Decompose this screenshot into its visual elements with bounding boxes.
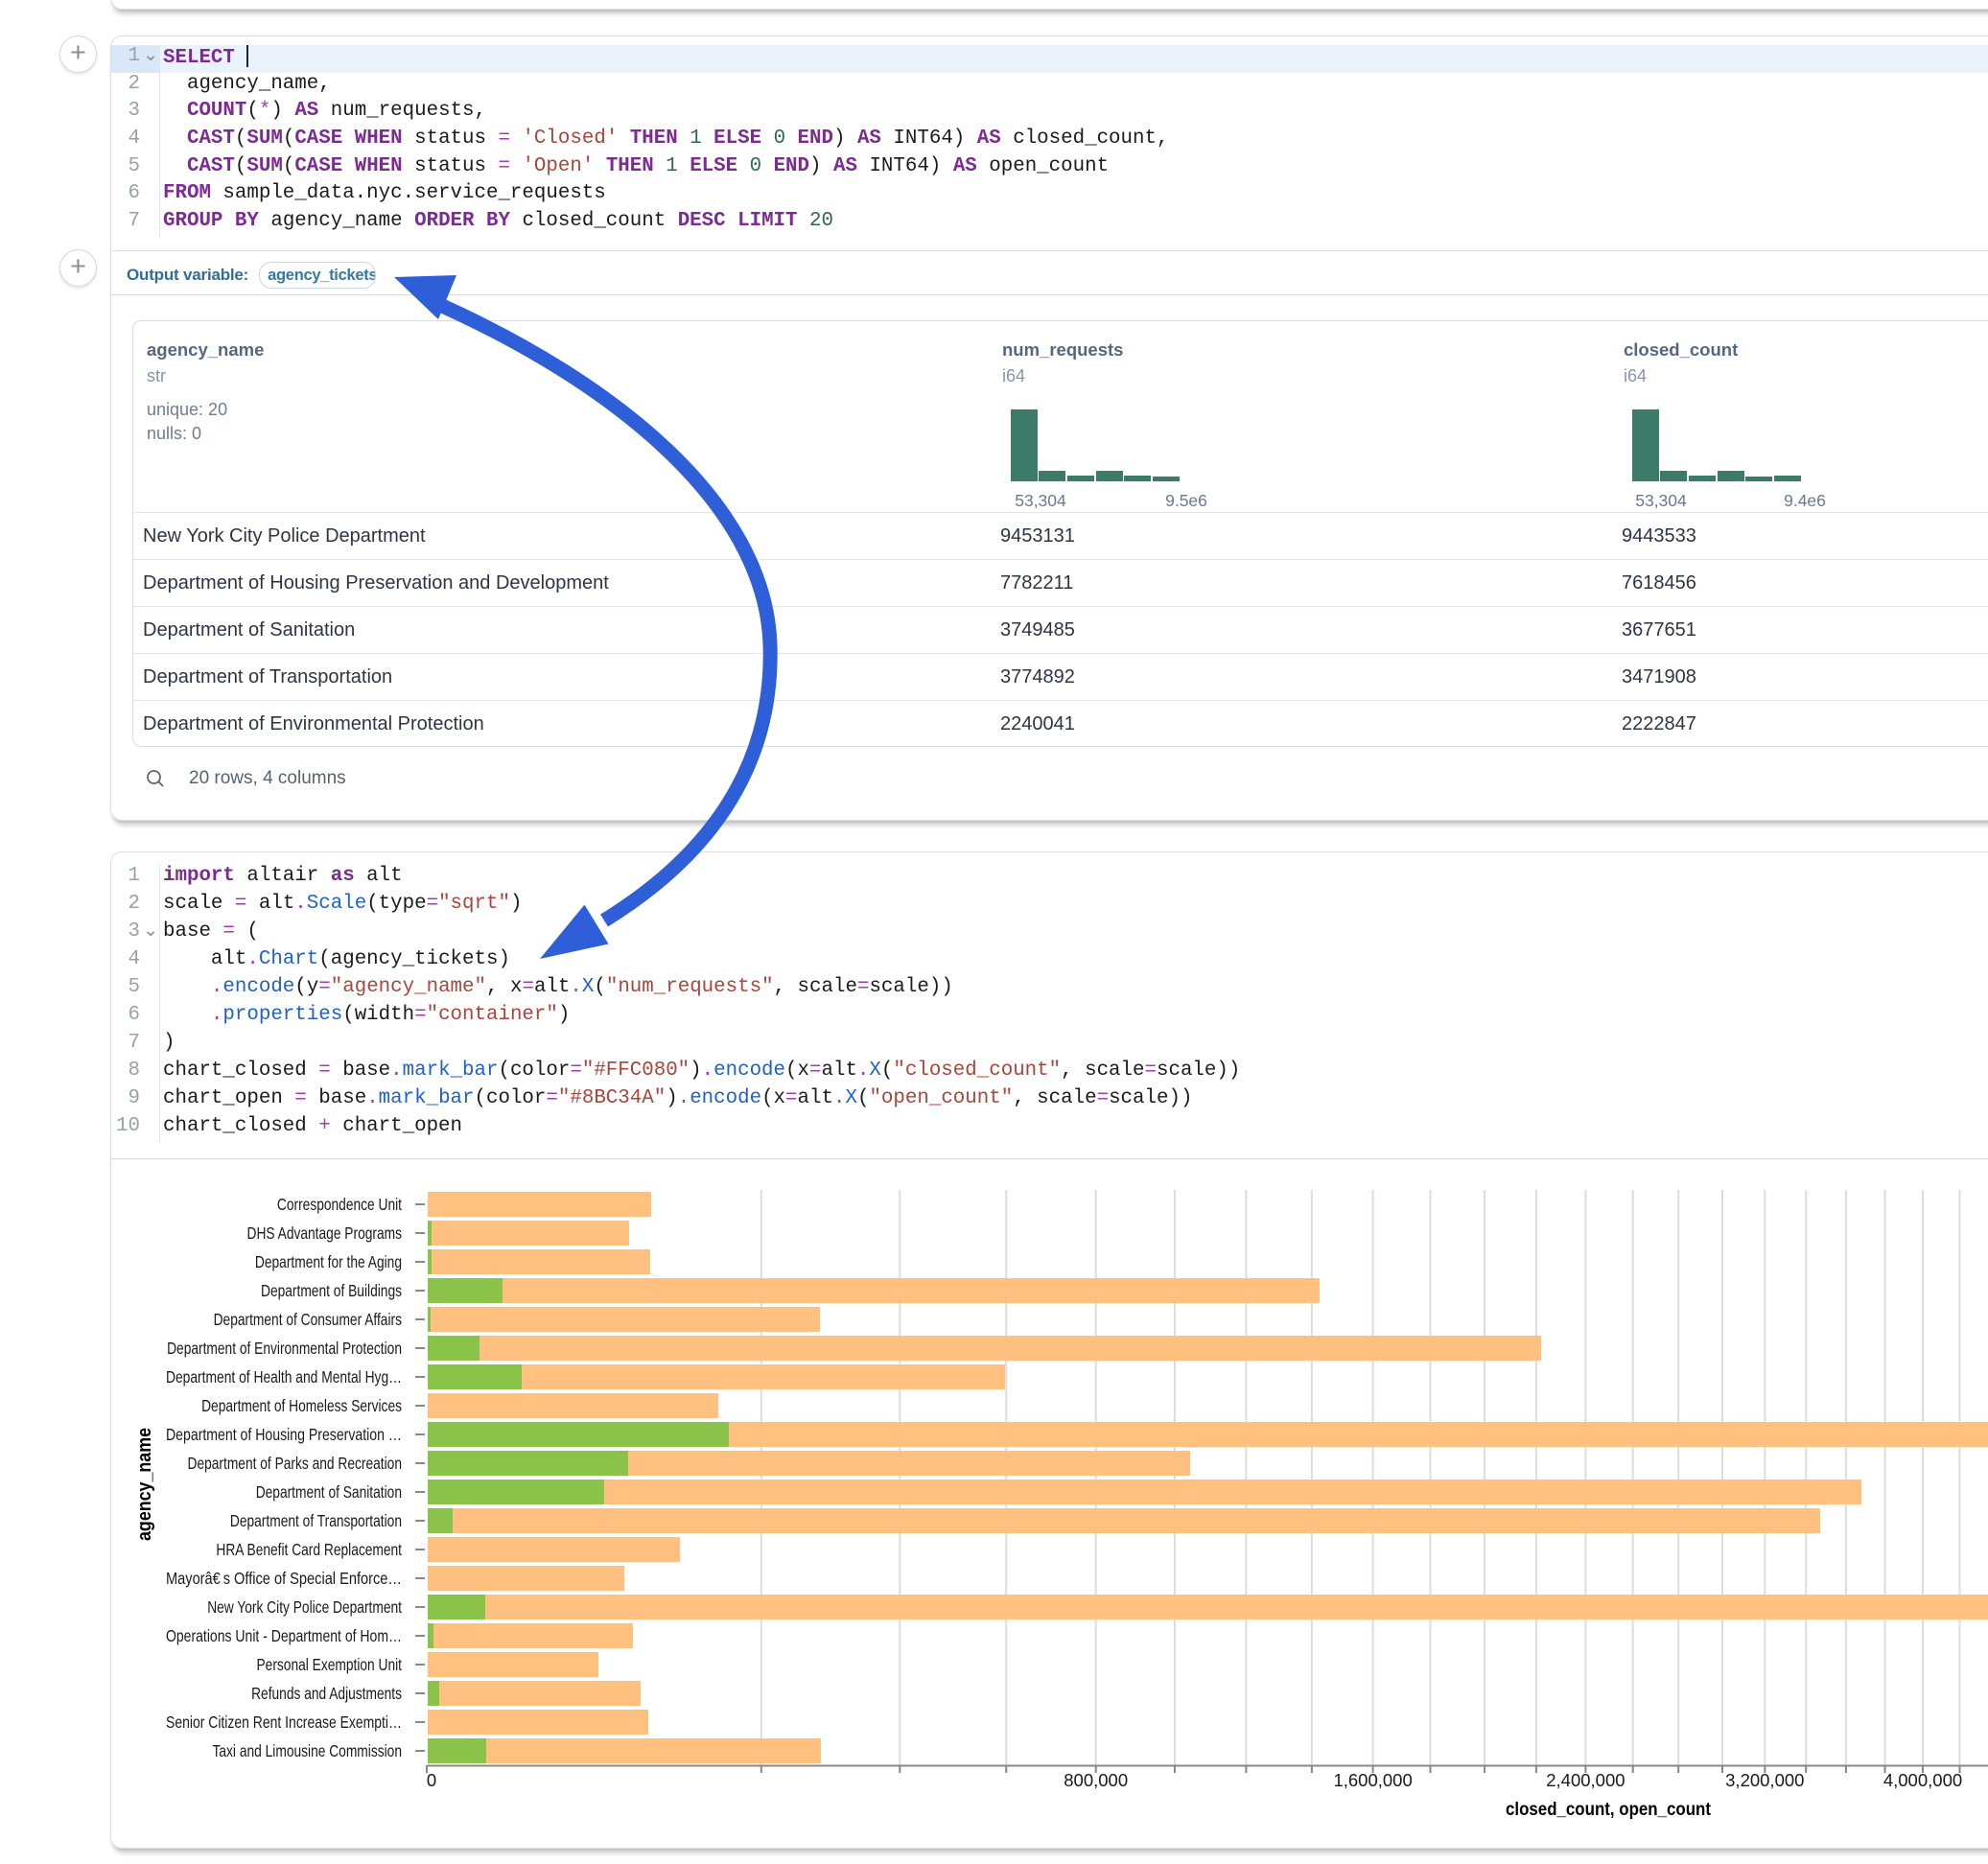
svg-text:Department of Sanitation: Department of Sanitation	[256, 1482, 402, 1502]
svg-text:1,600,000: 1,600,000	[1333, 1770, 1412, 1790]
svg-text:HRA Benefit Card Replacement: HRA Benefit Card Replacement	[216, 1540, 402, 1559]
svg-text:800,000: 800,000	[1064, 1770, 1128, 1790]
svg-text:Department for the Aging: Department for the Aging	[255, 1252, 402, 1271]
svg-text:Department of Buildings: Department of Buildings	[261, 1281, 402, 1300]
svg-text:Department of Health and Menta: Department of Health and Mental Hyg…	[166, 1367, 402, 1386]
svg-text:Refunds and Adjustments: Refunds and Adjustments	[251, 1684, 402, 1703]
svg-text:agency_name: agency_name	[134, 1428, 155, 1541]
svg-text:Operations Unit - Department o: Operations Unit - Department of Hom…	[166, 1626, 402, 1645]
svg-text:Department of Homeless Service: Department of Homeless Services	[201, 1396, 402, 1415]
svg-text:Mayorâ€ s Office of Special En: Mayorâ€ s Office of Special Enforce…	[166, 1569, 402, 1588]
svg-text:Senior Citizen Rent Increase E: Senior Citizen Rent Increase Exempti…	[166, 1713, 402, 1732]
svg-text:Department of Consumer Affairs: Department of Consumer Affairs	[214, 1310, 403, 1329]
svg-text:Department of Environmental Pr: Department of Environmental Protection	[167, 1339, 402, 1358]
svg-text:Correspondence Unit: Correspondence Unit	[277, 1195, 402, 1214]
svg-text:Department of Transportation: Department of Transportation	[230, 1511, 402, 1530]
svg-text:closed_count, open_count: closed_count, open_count	[1506, 1800, 1712, 1820]
svg-text:Department of Housing Preserva: Department of Housing Preservation …	[166, 1425, 402, 1444]
svg-text:4,000,000: 4,000,000	[1883, 1770, 1962, 1790]
svg-text:2,400,000: 2,400,000	[1546, 1770, 1625, 1790]
svg-text:Taxi and Limousine Commission: Taxi and Limousine Commission	[213, 1741, 403, 1760]
svg-text:3,200,000: 3,200,000	[1725, 1770, 1804, 1790]
svg-text:Department of Parks and Recrea: Department of Parks and Recreation	[188, 1454, 403, 1473]
svg-text:DHS Advantage Programs: DHS Advantage Programs	[247, 1223, 403, 1243]
svg-text:Personal Exemption Unit: Personal Exemption Unit	[257, 1655, 403, 1674]
svg-text:New York City Police Departmen: New York City Police Department	[207, 1597, 402, 1617]
svg-text:0: 0	[427, 1770, 436, 1790]
